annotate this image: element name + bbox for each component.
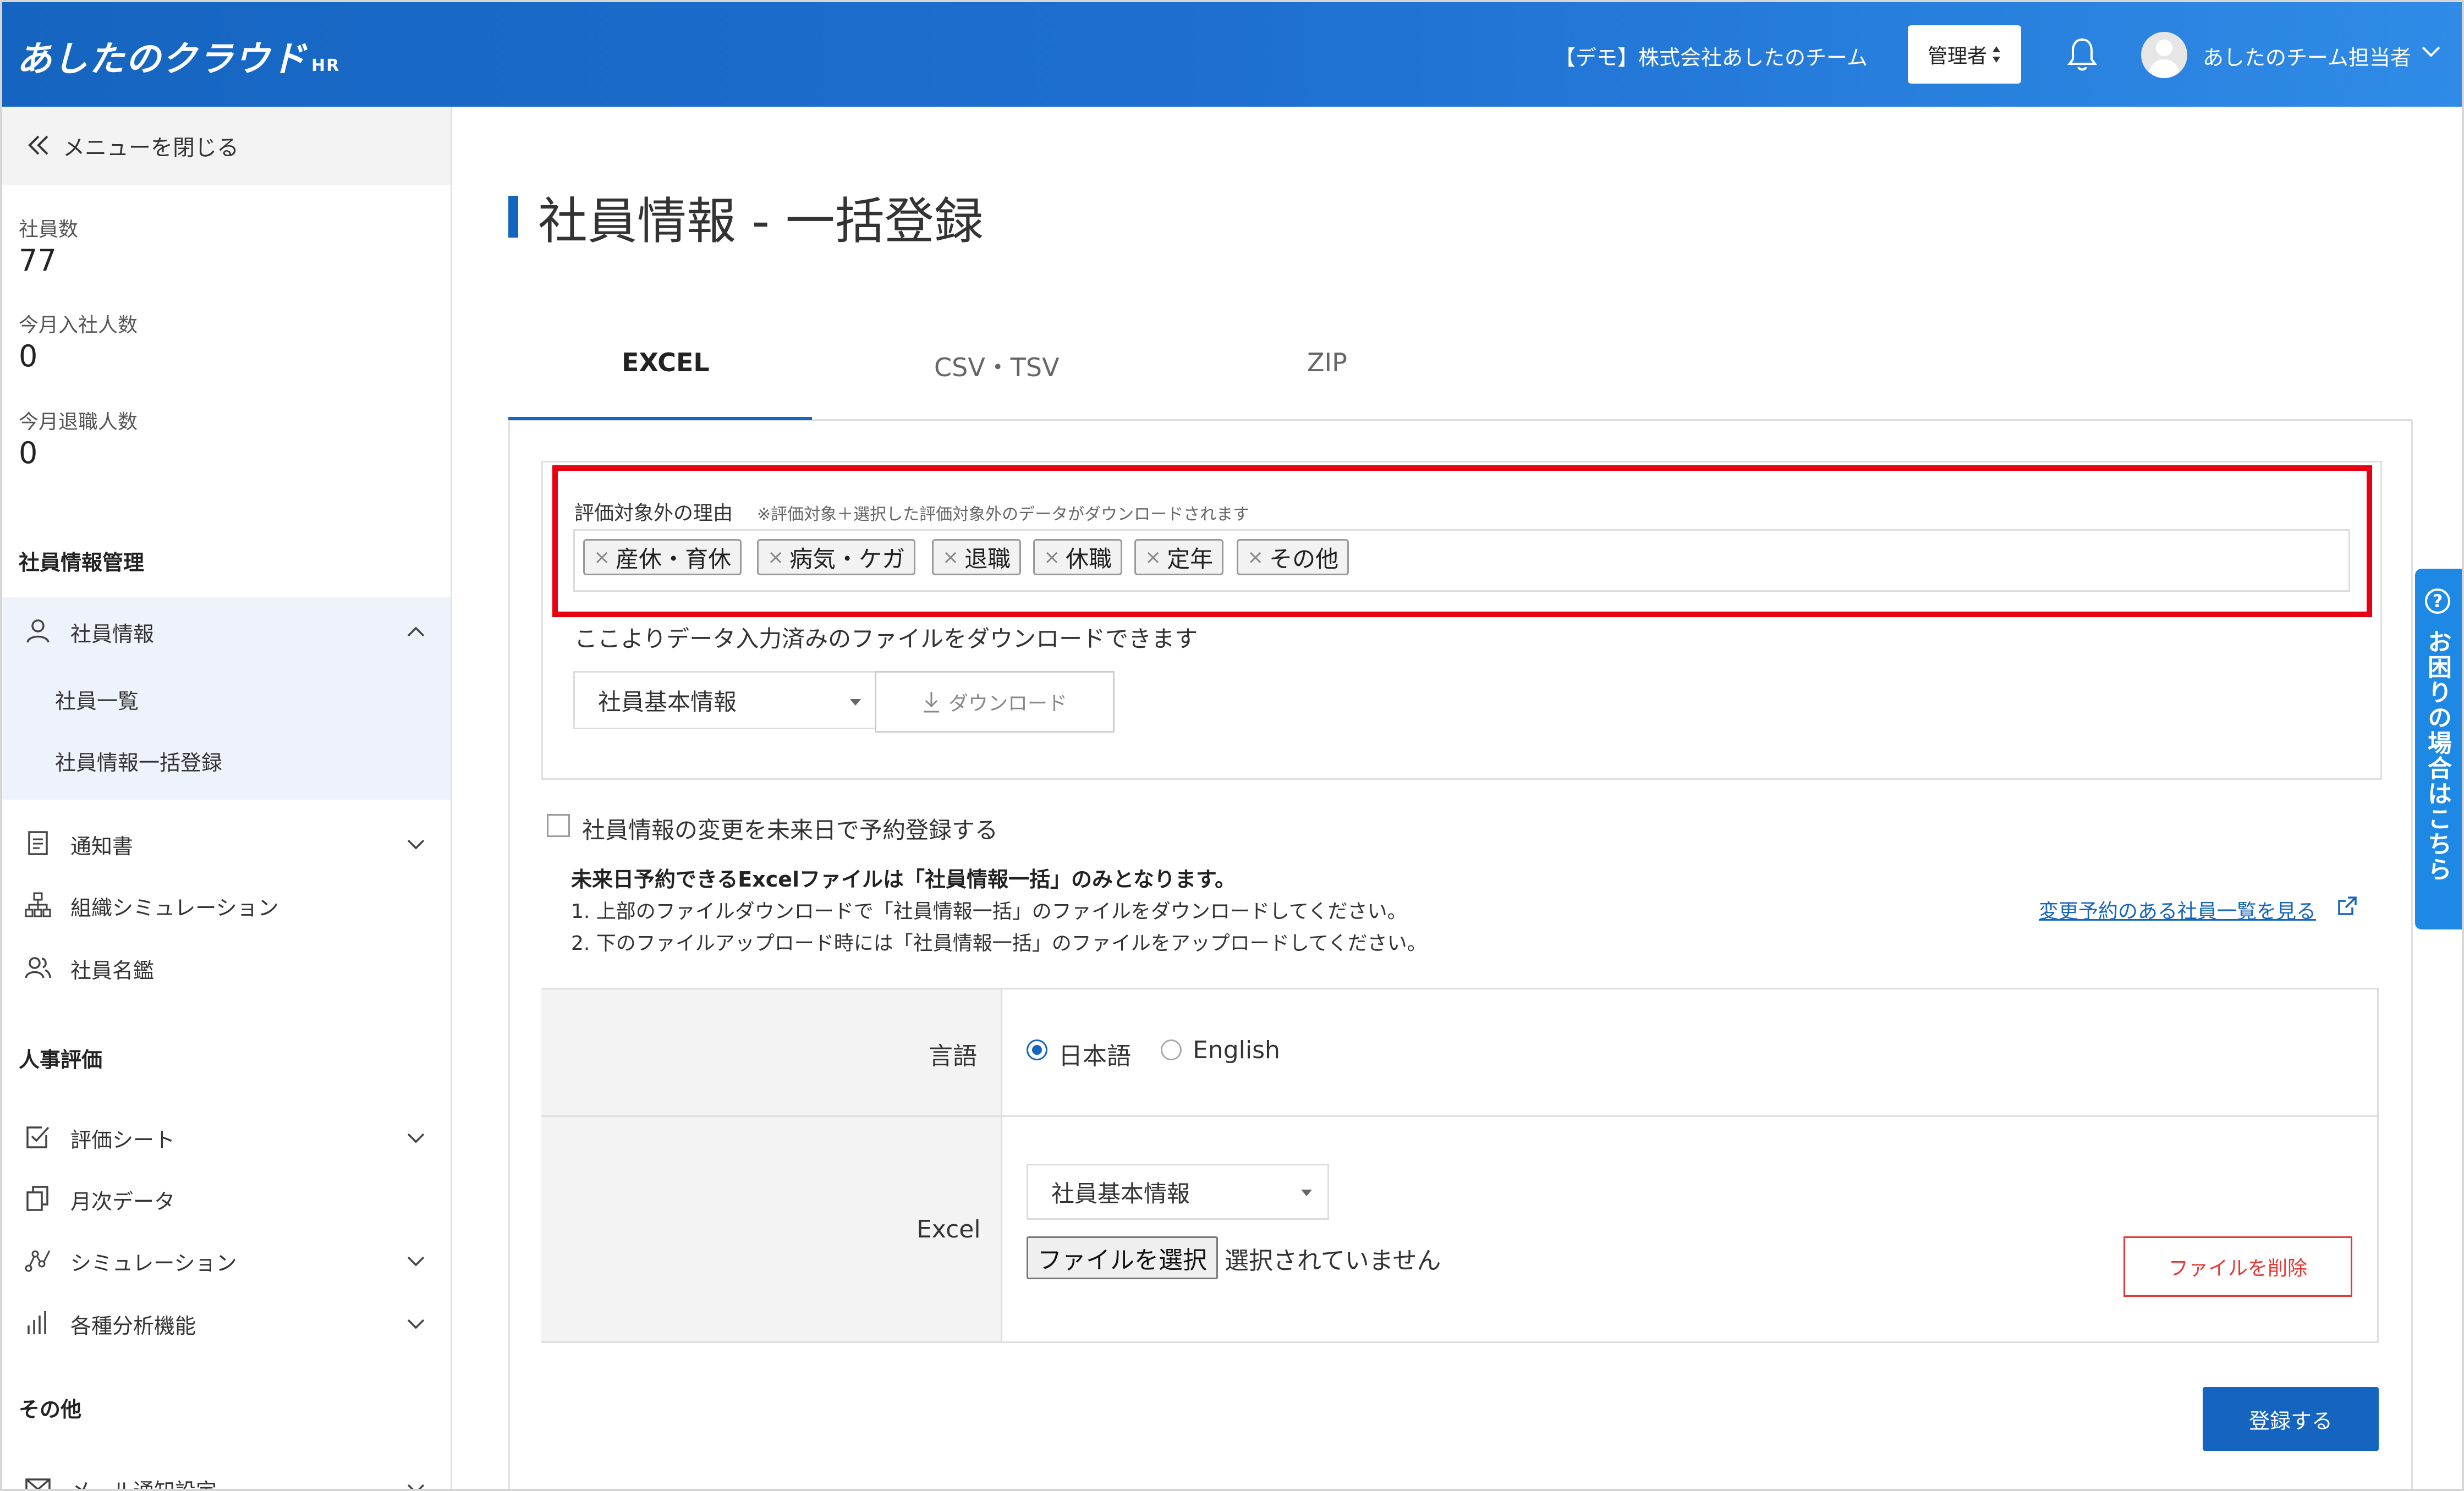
bell-icon[interactable]	[2064, 35, 2100, 74]
close-menu-button[interactable]: メニューを閉じる	[2, 107, 451, 185]
download-label: ここよりデータ入力済みのファイルをダウンロードできます	[574, 625, 1198, 652]
stat-label-employees: 社員数	[19, 218, 79, 241]
section-title-other: その他	[19, 1398, 82, 1422]
app-logo[interactable]: あしたのクラウド HR	[17, 31, 340, 81]
chevron-down-icon	[407, 839, 425, 850]
section-title-hr-eval: 人事評価	[19, 1048, 103, 1072]
sidebar-item-directory[interactable]: 社員名鑑	[2, 938, 451, 993]
lang-en-radio[interactable]	[1161, 1039, 1182, 1060]
help-tab[interactable]: ? お困りの場合はこちら	[2415, 569, 2462, 929]
chevron-down-icon	[407, 1484, 425, 1489]
chevron-down-icon	[407, 1256, 425, 1267]
stat-label-new-hires: 今月入社人数	[19, 314, 138, 337]
top-header: あしたのクラウド HR 【デモ】株式会社あしたのチーム 管理者 あしたのチーム担当…	[2, 2, 2462, 107]
sidebar-item-analysis[interactable]: 各種分析機能	[2, 1294, 451, 1349]
question-icon: ?	[2425, 588, 2450, 614]
tab-excel[interactable]: EXCEL	[622, 348, 710, 377]
download-button[interactable]: ダウンロード	[875, 671, 1115, 733]
download-icon	[923, 692, 939, 713]
app-window: あしたのクラウド HR 【デモ】株式会社あしたのチーム 管理者 あしたのチーム担当…	[0, 0, 2464, 1491]
excel-type-select[interactable]: 社員基本情報	[1027, 1164, 1329, 1220]
sidebar-item-monthly-data[interactable]: 月次データ	[2, 1169, 451, 1224]
chevron-up-icon	[407, 626, 425, 637]
schedule-note-title: 未来日予約できるExcelファイルは「社員情報一括」のみとなります。	[571, 867, 1236, 892]
register-button[interactable]: 登録する	[2203, 1387, 2379, 1451]
download-type-select[interactable]: 社員基本情報	[573, 671, 877, 729]
sidebar-item-notice[interactable]: 通知書	[2, 814, 451, 869]
avatar[interactable]	[2141, 32, 2187, 78]
sidebar: メニューを閉じる 社員数 77 今月入社人数 0 今月退職人数 0 社員情報管理…	[2, 107, 452, 1489]
users-icon	[25, 957, 51, 978]
checkbox-icon	[26, 1126, 50, 1148]
role-select[interactable]: 管理者	[1908, 25, 2021, 84]
lang-ja-label[interactable]: 日本語	[1058, 1036, 1131, 1071]
stat-value-leavers: 0	[19, 436, 38, 470]
caret-down-icon	[850, 699, 861, 706]
user-icon	[26, 619, 50, 643]
schedule-note-1: 1. 上部のファイルダウンロードで「社員情報一括」のファイルをダウンロードしてく…	[571, 900, 1407, 923]
stat-value-employees: 77	[19, 243, 57, 278]
caret-down-icon	[1301, 1190, 1312, 1196]
external-link-icon[interactable]	[2336, 895, 2358, 917]
sidebar-item-simulation[interactable]: シミュレーション	[2, 1231, 451, 1286]
sort-arrows-icon	[1993, 46, 2000, 63]
user-name[interactable]: あしたのチーム担当者	[2203, 41, 2411, 71]
mail-icon	[25, 1478, 51, 1489]
sidebar-item-mail-settings[interactable]: メール通知設定	[2, 1459, 451, 1489]
file-status: 選択されていません	[1225, 1247, 1441, 1275]
simulation-icon	[25, 1250, 51, 1272]
schedule-checkbox[interactable]	[547, 814, 570, 837]
lang-ja-radio[interactable]	[1027, 1039, 1047, 1060]
section-title-employee-mgmt: 社員情報管理	[19, 551, 145, 575]
stat-value-new-hires: 0	[19, 339, 38, 373]
highlight-box	[552, 465, 2372, 617]
sidebar-subitem-employee-list[interactable]: 社員一覧	[55, 684, 139, 714]
choose-file-button[interactable]: ファイルを選択	[1027, 1236, 1218, 1279]
stat-label-leavers: 今月退職人数	[19, 411, 138, 433]
language-label: 言語	[929, 1042, 977, 1070]
sidebar-item-eval-sheet[interactable]: 評価シート	[2, 1108, 451, 1163]
title-accent-bar	[508, 196, 518, 238]
tab-zip[interactable]: ZIP	[1307, 348, 1347, 377]
sidebar-item-employee-info[interactable]: 社員情報	[2, 602, 451, 657]
scheduled-employees-link[interactable]: 変更予約のある社員一覧を見る	[2039, 895, 2316, 924]
sidebar-subitem-bulk-register[interactable]: 社員情報一括登録	[55, 746, 222, 776]
page-title: 社員情報 - 一括登録	[508, 181, 984, 252]
document-icon	[28, 831, 48, 855]
delete-file-button[interactable]: ファイルを削除	[2123, 1236, 2352, 1297]
double-chevron-left-icon	[28, 135, 48, 155]
bar-chart-icon	[28, 1311, 46, 1334]
chevron-down-icon	[407, 1133, 425, 1143]
chevron-down-icon[interactable]	[2417, 37, 2445, 65]
schedule-note-2: 2. 下のファイルアップロード時には「社員情報一括」のファイルをアップロードして…	[571, 932, 1427, 955]
copy-icon	[26, 1186, 48, 1211]
sidebar-item-org-simulation[interactable]: 組織シミュレーション	[2, 876, 451, 931]
org-chart-icon	[25, 892, 51, 917]
excel-label: Excel	[917, 1215, 981, 1244]
company-name: 【デモ】株式会社あしたのチーム	[1555, 46, 1868, 70]
lang-en-label[interactable]: English	[1193, 1036, 1280, 1064]
form-row-divider	[541, 1115, 2379, 1117]
tab-csv-tsv[interactable]: CSV・TSV	[934, 348, 1060, 384]
schedule-checkbox-label[interactable]: 社員情報の変更を未来日で予約登録する	[582, 812, 998, 845]
chevron-down-icon	[407, 1319, 425, 1329]
